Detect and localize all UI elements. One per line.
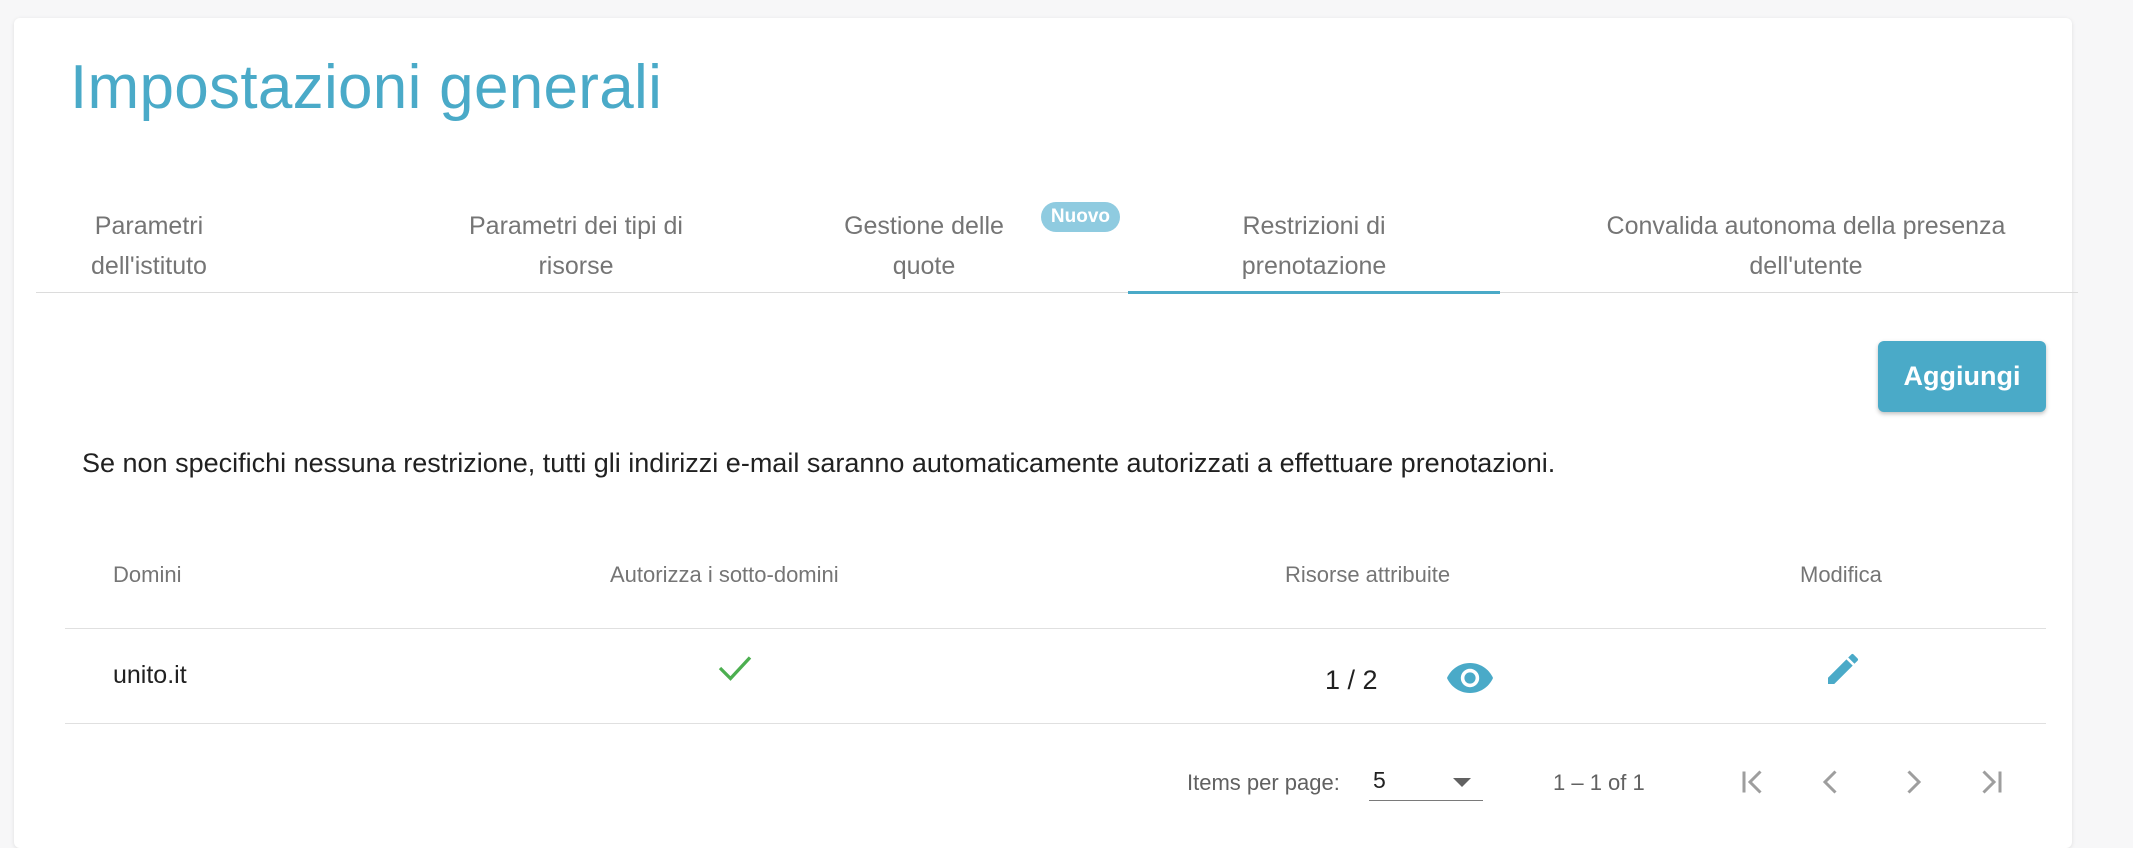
tab-resource-type-params[interactable]: Parametri dei tipi di risorse — [396, 198, 756, 293]
tab-self-attendance-validation[interactable]: Convalida autonoma della presenza dell'u… — [1536, 198, 2076, 293]
new-badge: Nuovo — [1040, 202, 1120, 232]
tab-label: Parametri dei tipi di risorse — [469, 211, 683, 280]
paginator: Items per page: 5 1 – 1 of 1 — [65, 750, 2046, 812]
add-button[interactable]: Aggiungi — [1878, 341, 2046, 412]
tab-label: Parametri dell'istituto — [91, 211, 207, 280]
dropdown-caret-icon — [1453, 778, 1471, 787]
items-per-page-select[interactable]: 5 — [1369, 763, 1483, 801]
pencil-icon[interactable] — [1823, 649, 1863, 694]
table-row: unito.it 1 / 2 — [65, 629, 2046, 724]
table-header-row: Domini Autorizza i sotto-domini Risorse … — [65, 532, 2046, 629]
resources-count: 1 / 2 — [1325, 665, 1378, 695]
restrictions-table: Domini Autorizza i sotto-domini Risorse … — [65, 532, 2046, 724]
chevron-left-icon[interactable] — [1813, 764, 1849, 805]
info-text: Se non specifichi nessuna restrizione, t… — [82, 448, 1556, 478]
tab-label: Convalida autonoma della presenza dell'u… — [1606, 211, 2006, 280]
page-range: 1 – 1 of 1 — [1553, 770, 1645, 795]
column-header-resources: Risorse attribuite — [1285, 562, 1451, 587]
page-title: Impostazioni generali — [70, 53, 663, 122]
column-header-domains: Domini — [113, 562, 182, 587]
items-per-page-label: Items per page: — [1187, 770, 1340, 795]
tab-label: Gestione delle quote — [844, 211, 1004, 280]
domain-cell: unito.it — [113, 661, 187, 689]
items-per-page-value: 5 — [1373, 767, 1386, 793]
tab-bar: Parametri dell'istituto Parametri dei ti… — [36, 198, 2078, 294]
tab-booking-restrictions[interactable]: Restrizioni di prenotazione — [1128, 198, 1500, 294]
tab-quota-management[interactable]: Gestione delle quote Nuovo — [756, 198, 1120, 293]
last-page-icon[interactable] — [1973, 764, 2009, 805]
column-header-subdomains: Autorizza i sotto-domini — [610, 562, 839, 587]
chevron-right-icon[interactable] — [1895, 764, 1931, 805]
check-icon — [717, 653, 753, 688]
column-header-edit: Modifica — [1800, 562, 1882, 587]
eye-icon[interactable] — [1446, 661, 1494, 700]
first-page-icon[interactable] — [1735, 764, 1771, 805]
tab-institute-params[interactable]: Parametri dell'istituto — [36, 198, 262, 293]
tab-label: Restrizioni di prenotazione — [1241, 211, 1387, 280]
